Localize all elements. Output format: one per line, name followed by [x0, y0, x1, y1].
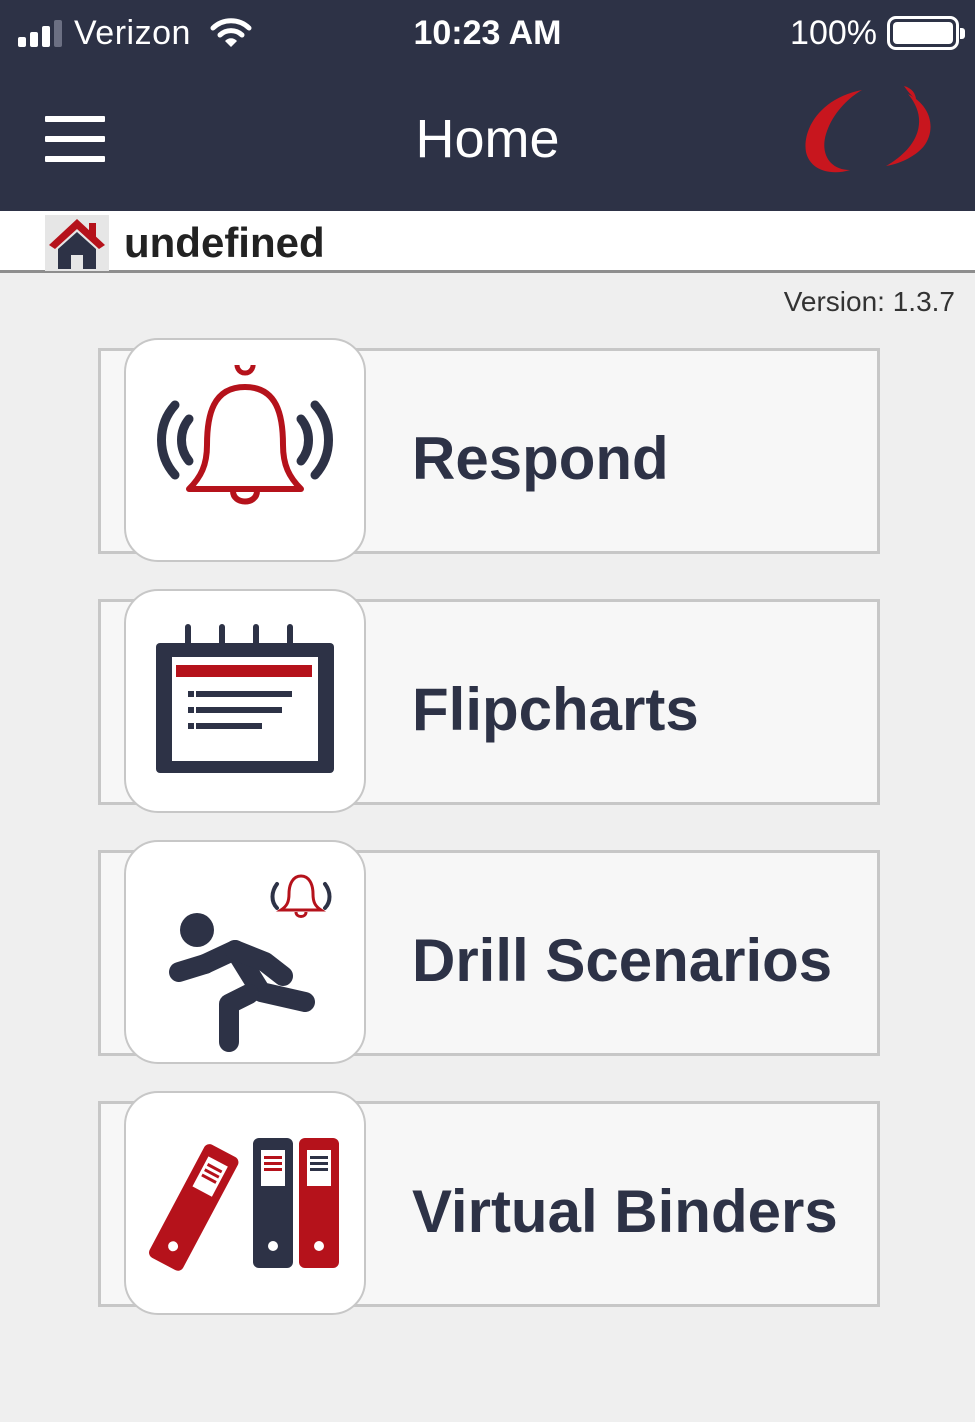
- nav-bar: Home: [0, 66, 975, 211]
- battery-group: 100%: [790, 10, 965, 56]
- battery-icon: [887, 16, 965, 50]
- battery-percentage: 100%: [790, 13, 877, 52]
- home-crumb-button[interactable]: [45, 215, 109, 271]
- running-person-icon: [169, 874, 332, 1052]
- alarm-bell-icon: [157, 365, 333, 505]
- flipchart-icon: [156, 624, 334, 773]
- virtual-binders-tile-icon[interactable]: [124, 1091, 366, 1315]
- respond-label: Respond: [412, 425, 669, 492]
- mini-bell-icon: [270, 874, 332, 918]
- drill-scenarios-tile-icon[interactable]: [124, 840, 366, 1064]
- flipcharts-label: Flipcharts: [412, 676, 699, 743]
- home-icon: [49, 219, 105, 269]
- binders-icon: [149, 1138, 339, 1271]
- breadcrumb-label: undefined: [124, 219, 325, 266]
- drill-scenarios-label: Drill Scenarios: [412, 927, 833, 994]
- flipcharts-tile-icon[interactable]: [124, 589, 366, 813]
- virtual-binders-label: Virtual Binders: [412, 1178, 838, 1245]
- breadcrumb: undefined: [0, 211, 975, 273]
- respond-tile-icon[interactable]: [124, 338, 366, 562]
- brand-logo-icon: [805, 86, 931, 173]
- status-bar: Verizon 10:23 AM 100%: [0, 0, 975, 66]
- app-screen: Verizon 10:23 AM 100% Home undefined Ver…: [0, 0, 975, 1422]
- version-label: Version: 1.3.7: [783, 286, 955, 317]
